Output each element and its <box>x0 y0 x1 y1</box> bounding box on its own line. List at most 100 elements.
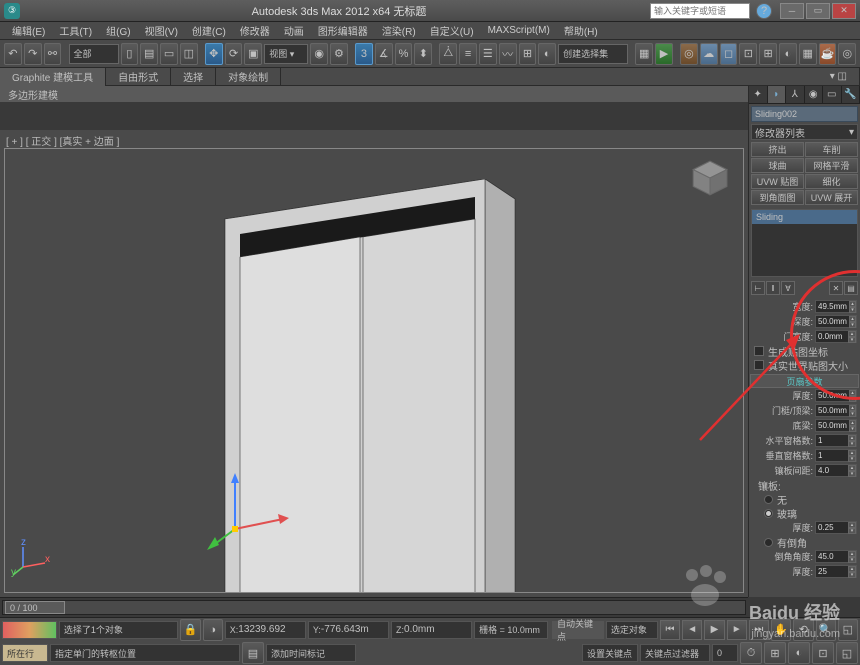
coord-z[interactable]: Z: 0.0mm <box>391 621 472 639</box>
tab-create-icon[interactable]: ✦ <box>749 86 768 103</box>
vpanel-spinner[interactable]: 1▴▾ <box>815 449 857 462</box>
help-search[interactable] <box>650 3 750 19</box>
tool-icon[interactable]: ◎ <box>838 43 856 65</box>
maximize-button[interactable]: ▭ <box>806 3 830 19</box>
close-button[interactable]: ✕ <box>832 3 856 19</box>
radio-glass[interactable] <box>764 509 773 518</box>
gen-coords-check[interactable] <box>754 346 764 356</box>
timeline[interactable]: 0 / 100 <box>0 597 748 617</box>
menu-customize[interactable]: 自定义(U) <box>424 23 480 38</box>
mod-extrude[interactable]: 挤出 <box>751 142 804 157</box>
tab-motion-icon[interactable]: ◉ <box>805 86 824 103</box>
render-frame-icon[interactable]: ▶ <box>655 43 673 65</box>
script-listener-icon[interactable]: ▤ <box>242 642 264 664</box>
setkey-button[interactable]: 设置关键点 <box>582 644 638 662</box>
spinner-snap-icon[interactable]: ⬍ <box>414 43 432 65</box>
btm-spinner[interactable]: 50.0mm▴▾ <box>815 419 857 432</box>
menu-maxscript[interactable]: MAXScript(M) <box>482 25 556 36</box>
time-marker[interactable]: 0 / 100 <box>5 601 65 614</box>
refcoord-dropdown[interactable]: 视图 ▾ <box>264 44 308 64</box>
menu-grapheditors[interactable]: 图形编辑器 <box>312 23 374 38</box>
percent-snap-icon[interactable]: % <box>395 43 413 65</box>
rotate-icon[interactable]: ⟳ <box>225 43 243 65</box>
link-icon[interactable]: ⚯ <box>44 43 62 65</box>
tool-icon[interactable]: ◎ <box>680 43 698 65</box>
location-label[interactable]: 所在行 <box>2 644 48 662</box>
menu-animation[interactable]: 动画 <box>278 23 310 38</box>
pin-stack-icon[interactable]: ⊢ <box>751 281 765 295</box>
width-spinner[interactable]: 49.5mm▴▾ <box>815 300 857 313</box>
unique-icon[interactable]: ∀ <box>781 281 795 295</box>
mod-lathe[interactable]: 车削 <box>805 142 858 157</box>
viewport-label[interactable]: [ + ] [ 正交 ] [真实 + 边面 ] <box>6 133 119 148</box>
tool-icon[interactable]: ☁ <box>700 43 718 65</box>
nav-pan-icon[interactable]: ✋ <box>771 619 791 641</box>
nav-icon[interactable]: ⊞ <box>764 642 786 664</box>
coord-x[interactable]: X: 13239.692 <box>225 621 306 639</box>
nav-max-icon[interactable]: ◱ <box>838 619 858 641</box>
time-slider[interactable]: 0 / 100 <box>2 600 746 615</box>
window-crossing-icon[interactable]: ◫ <box>180 43 198 65</box>
leaf-params-rollout[interactable]: 页扇参数 <box>750 374 859 388</box>
show-end-icon[interactable]: ‖ <box>766 281 780 295</box>
ribbon-tab-freeform[interactable]: 自由形式 <box>106 68 171 86</box>
ribbon-panel-polymodel[interactable]: 多边形建模 <box>0 86 860 102</box>
tool-icon[interactable]: ◐ <box>779 43 797 65</box>
object-name-field[interactable]: Sliding002 <box>751 106 858 122</box>
schematic-icon[interactable]: ⊞ <box>519 43 537 65</box>
thick-spinner[interactable]: 50.0mm▴▾ <box>815 389 857 402</box>
stack-item-sliding[interactable]: Sliding <box>752 210 857 224</box>
mod-tessellate[interactable]: 细化 <box>805 174 858 189</box>
curve-editor-icon[interactable]: 〰 <box>499 43 517 65</box>
glass-thick-spinner[interactable]: 0.25▴▾ <box>815 521 857 534</box>
select-icon[interactable]: ▯ <box>121 43 139 65</box>
named-selection[interactable]: 创建选择集 <box>558 44 628 64</box>
menu-render[interactable]: 渲染(R) <box>376 23 422 38</box>
layers-icon[interactable]: ☰ <box>479 43 497 65</box>
track-bar[interactable] <box>2 621 57 639</box>
next-frame-icon[interactable]: ► <box>727 620 747 640</box>
redo-icon[interactable]: ↷ <box>24 43 42 65</box>
viewcube[interactable] <box>689 157 731 199</box>
play-icon[interactable]: ▶ <box>704 620 724 640</box>
search-input[interactable] <box>651 4 749 18</box>
nav-icon[interactable]: ⊡ <box>812 642 834 664</box>
tool-icon[interactable]: ⊞ <box>759 43 777 65</box>
app-logo[interactable]: ③ <box>4 3 20 19</box>
radio-bevel[interactable] <box>764 538 773 547</box>
select-name-icon[interactable]: ▤ <box>140 43 158 65</box>
mullion-spinner[interactable]: 4.0▴▾ <box>815 464 857 477</box>
tool-icon[interactable]: ⊡ <box>739 43 757 65</box>
ribbon-tab-graphite[interactable]: Graphite 建模工具 <box>0 68 106 86</box>
time-tag[interactable]: 添加时间标记 <box>266 644 356 662</box>
ribbon-expand-icon[interactable]: ▾ ◫ <box>818 68 860 86</box>
remove-mod-icon[interactable]: ✕ <box>829 281 843 295</box>
prev-frame-icon[interactable]: ◄ <box>682 620 702 640</box>
angle-snap-icon[interactable]: ∡ <box>375 43 393 65</box>
mod-meshsmooth[interactable]: 网格平滑 <box>805 158 858 173</box>
ribbon-tab-paint[interactable]: 对象绘制 <box>216 68 281 86</box>
isolate-icon[interactable]: ◑ <box>203 619 223 641</box>
tab-modify-icon[interactable]: ◗ <box>768 86 787 103</box>
menu-tools[interactable]: 工具(T) <box>53 23 98 38</box>
door-spinner[interactable]: 0.0mm▴▾ <box>815 330 857 343</box>
nav-zoom-icon[interactable]: 🔍 <box>816 619 836 641</box>
menu-group[interactable]: 组(G) <box>100 23 136 38</box>
tab-utilities-icon[interactable]: 🔧 <box>842 86 860 103</box>
undo-icon[interactable]: ↶ <box>4 43 22 65</box>
radio-none[interactable] <box>764 495 773 504</box>
ribbon-tab-selection[interactable]: 选择 <box>171 68 216 86</box>
frame-field[interactable]: 0 <box>712 644 738 662</box>
nav-icon[interactable]: ◐ <box>788 642 810 664</box>
menu-create[interactable]: 创建(C) <box>186 23 232 38</box>
material-editor-icon[interactable]: ◐ <box>538 43 556 65</box>
stile-spinner[interactable]: 50.0mm▴▾ <box>815 404 857 417</box>
config-sets-icon[interactable]: ▤ <box>844 281 858 295</box>
select-rect-icon[interactable]: ▭ <box>160 43 178 65</box>
coord-y[interactable]: Y: -776.643m <box>308 621 389 639</box>
manipulate-icon[interactable]: ⚙ <box>330 43 348 65</box>
bevel-angle-spinner[interactable]: 45.0▴▾ <box>815 550 857 563</box>
tool-icon[interactable]: ▦ <box>799 43 817 65</box>
nav-orbit-icon[interactable]: ⟲ <box>793 619 813 641</box>
mod-uvwmap[interactable]: UVW 贴图 <box>751 174 804 189</box>
